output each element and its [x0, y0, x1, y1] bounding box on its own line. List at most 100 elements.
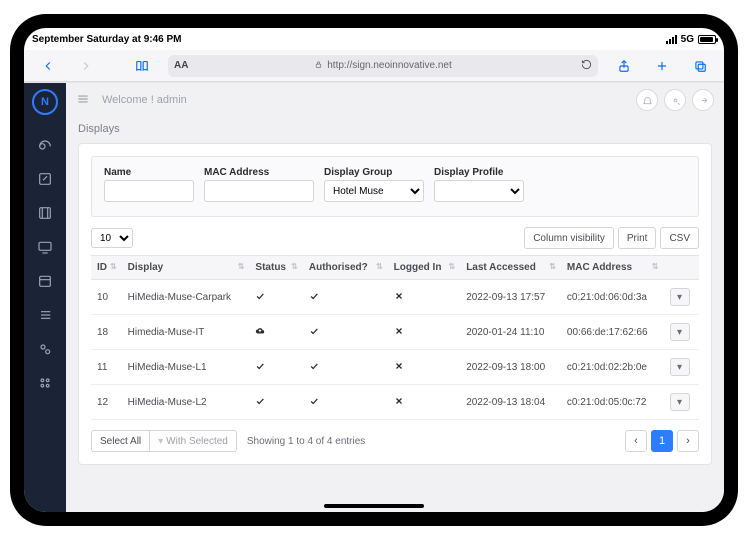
cell-last: 2022-09-13 18:04 [460, 385, 561, 420]
check-icon [255, 396, 265, 406]
url-bar[interactable]: AA http://sign.neoinnovative.net [168, 55, 598, 77]
row-actions-button[interactable]: ▾ [670, 288, 690, 306]
page-next-button[interactable]: › [677, 430, 699, 452]
table-row[interactable]: 11HiMedia-Muse-L12022-09-13 18:00c0:21:0… [91, 350, 699, 385]
csv-button[interactable]: CSV [660, 227, 699, 249]
cell-auth [303, 350, 388, 385]
cell-status [249, 385, 302, 420]
row-actions-button[interactable]: ▾ [670, 358, 690, 376]
status-time: September Saturday at 9:46 PM [32, 34, 182, 45]
filter-group-label: Display Group [324, 167, 424, 178]
column-visibility-button[interactable]: Column visibility [524, 227, 614, 249]
cell-display: HiMedia-Muse-L1 [122, 350, 250, 385]
cell-status [249, 315, 302, 350]
reload-icon[interactable] [581, 59, 592, 73]
print-button[interactable]: Print [618, 227, 657, 249]
page-prev-button[interactable]: ‹ [625, 430, 647, 452]
cell-mac: c0:21:0d:05:0c:72 [561, 385, 664, 420]
col-status[interactable]: Status⇅ [249, 256, 302, 280]
x-icon [394, 361, 404, 371]
cell-mac: c0:21:0d:02:2b:0e [561, 350, 664, 385]
page-1-button[interactable]: 1 [651, 430, 673, 452]
cell-display: Himedia-Muse-IT [122, 315, 250, 350]
cell-last: 2022-09-13 17:57 [460, 280, 561, 315]
text-size-icon[interactable]: AA [174, 60, 188, 71]
cell-logged [388, 315, 461, 350]
cell-display: HiMedia-Muse-L2 [122, 385, 250, 420]
cell-status [249, 350, 302, 385]
status-bar: September Saturday at 9:46 PM 5G [24, 28, 724, 50]
logout-icon[interactable] [692, 89, 714, 111]
cell-auth [303, 315, 388, 350]
url-text: http://sign.neoinnovative.net [327, 60, 452, 71]
cell-status [249, 280, 302, 315]
col-last[interactable]: Last Accessed⇅ [460, 256, 561, 280]
notifications-icon[interactable] [636, 89, 658, 111]
menu-icon[interactable] [76, 92, 90, 109]
logo[interactable]: N [27, 84, 64, 121]
nav-back-button[interactable] [30, 54, 66, 78]
network-label: 5G [681, 34, 694, 45]
pagination: ‹ 1 › [625, 430, 699, 452]
share-icon[interactable] [606, 54, 642, 78]
showing-text: Showing 1 to 4 of 4 entries [247, 436, 365, 447]
filter-mac-label: MAC Address [204, 167, 314, 178]
col-logged[interactable]: Logged In⇅ [388, 256, 461, 280]
signal-icon [666, 35, 677, 44]
sidebar-dashboard-icon[interactable] [37, 137, 53, 153]
check-icon [309, 361, 319, 371]
sidebar-display-icon[interactable] [37, 239, 53, 255]
with-selected-button[interactable]: ▾ With Selected [150, 430, 237, 452]
cell-mac: 00:66:de:17:62:66 [561, 315, 664, 350]
tabs-icon[interactable] [682, 54, 718, 78]
col-id[interactable]: ID⇅ [91, 256, 122, 280]
help-icon[interactable] [664, 89, 686, 111]
cloud-icon [255, 326, 265, 336]
check-icon [255, 291, 265, 301]
cell-auth [303, 280, 388, 315]
filter-group-select[interactable]: Hotel Muse [324, 180, 424, 202]
check-icon [309, 291, 319, 301]
home-indicator[interactable] [324, 504, 424, 508]
cell-mac: c0:21:0d:06:0d:3a [561, 280, 664, 315]
filter-name-input[interactable] [104, 180, 194, 202]
x-icon [394, 396, 404, 406]
page-size-select[interactable]: 10 [91, 228, 133, 248]
cell-auth [303, 385, 388, 420]
sidebar-list-icon[interactable] [37, 307, 53, 323]
data-table: ID⇅ Display⇅ Status⇅ Authorised?⇅ Logged… [91, 255, 699, 420]
sidebar-calendar-icon[interactable] [37, 273, 53, 289]
col-mac[interactable]: MAC Address⇅ [561, 256, 664, 280]
table-row[interactable]: 12HiMedia-Muse-L22022-09-13 18:04c0:21:0… [91, 385, 699, 420]
x-icon [394, 326, 404, 336]
filter-mac-input[interactable] [204, 180, 314, 202]
new-tab-icon[interactable] [644, 54, 680, 78]
table-row[interactable]: 18Himedia-Muse-IT2020-01-24 11:1000:66:d… [91, 315, 699, 350]
panel: Name MAC Address Display Group Hotel Mu [78, 143, 712, 465]
filter-name-label: Name [104, 167, 194, 178]
browser-bar: AA http://sign.neoinnovative.net [24, 50, 724, 82]
cell-logged [388, 385, 461, 420]
check-icon [255, 361, 265, 371]
row-actions-button[interactable]: ▾ [670, 323, 690, 341]
nav-forward-button[interactable] [68, 54, 104, 78]
book-icon[interactable] [124, 54, 160, 78]
filter-box: Name MAC Address Display Group Hotel Mu [91, 156, 699, 217]
filter-profile-select[interactable] [434, 180, 524, 202]
sidebar-edit-icon[interactable] [37, 171, 53, 187]
lock-icon [314, 60, 323, 72]
welcome-text: Welcome ! admin [102, 94, 187, 106]
col-display[interactable]: Display⇅ [122, 256, 250, 280]
topbar: Welcome ! admin [66, 83, 724, 117]
sidebar-media-icon[interactable] [37, 205, 53, 221]
col-auth[interactable]: Authorised?⇅ [303, 256, 388, 280]
filter-profile-label: Display Profile [434, 167, 524, 178]
sidebar-modules-icon[interactable] [37, 375, 53, 391]
table-row[interactable]: 10HiMedia-Muse-Carpark 2022-09-13 17:57c0… [91, 280, 699, 315]
check-icon [309, 326, 319, 336]
cell-id: 10 [91, 280, 122, 315]
select-all-button[interactable]: Select All [91, 430, 150, 452]
cell-display: HiMedia-Muse-Carpark [122, 280, 250, 315]
row-actions-button[interactable]: ▾ [670, 393, 690, 411]
sidebar-settings-icon[interactable] [37, 341, 53, 357]
